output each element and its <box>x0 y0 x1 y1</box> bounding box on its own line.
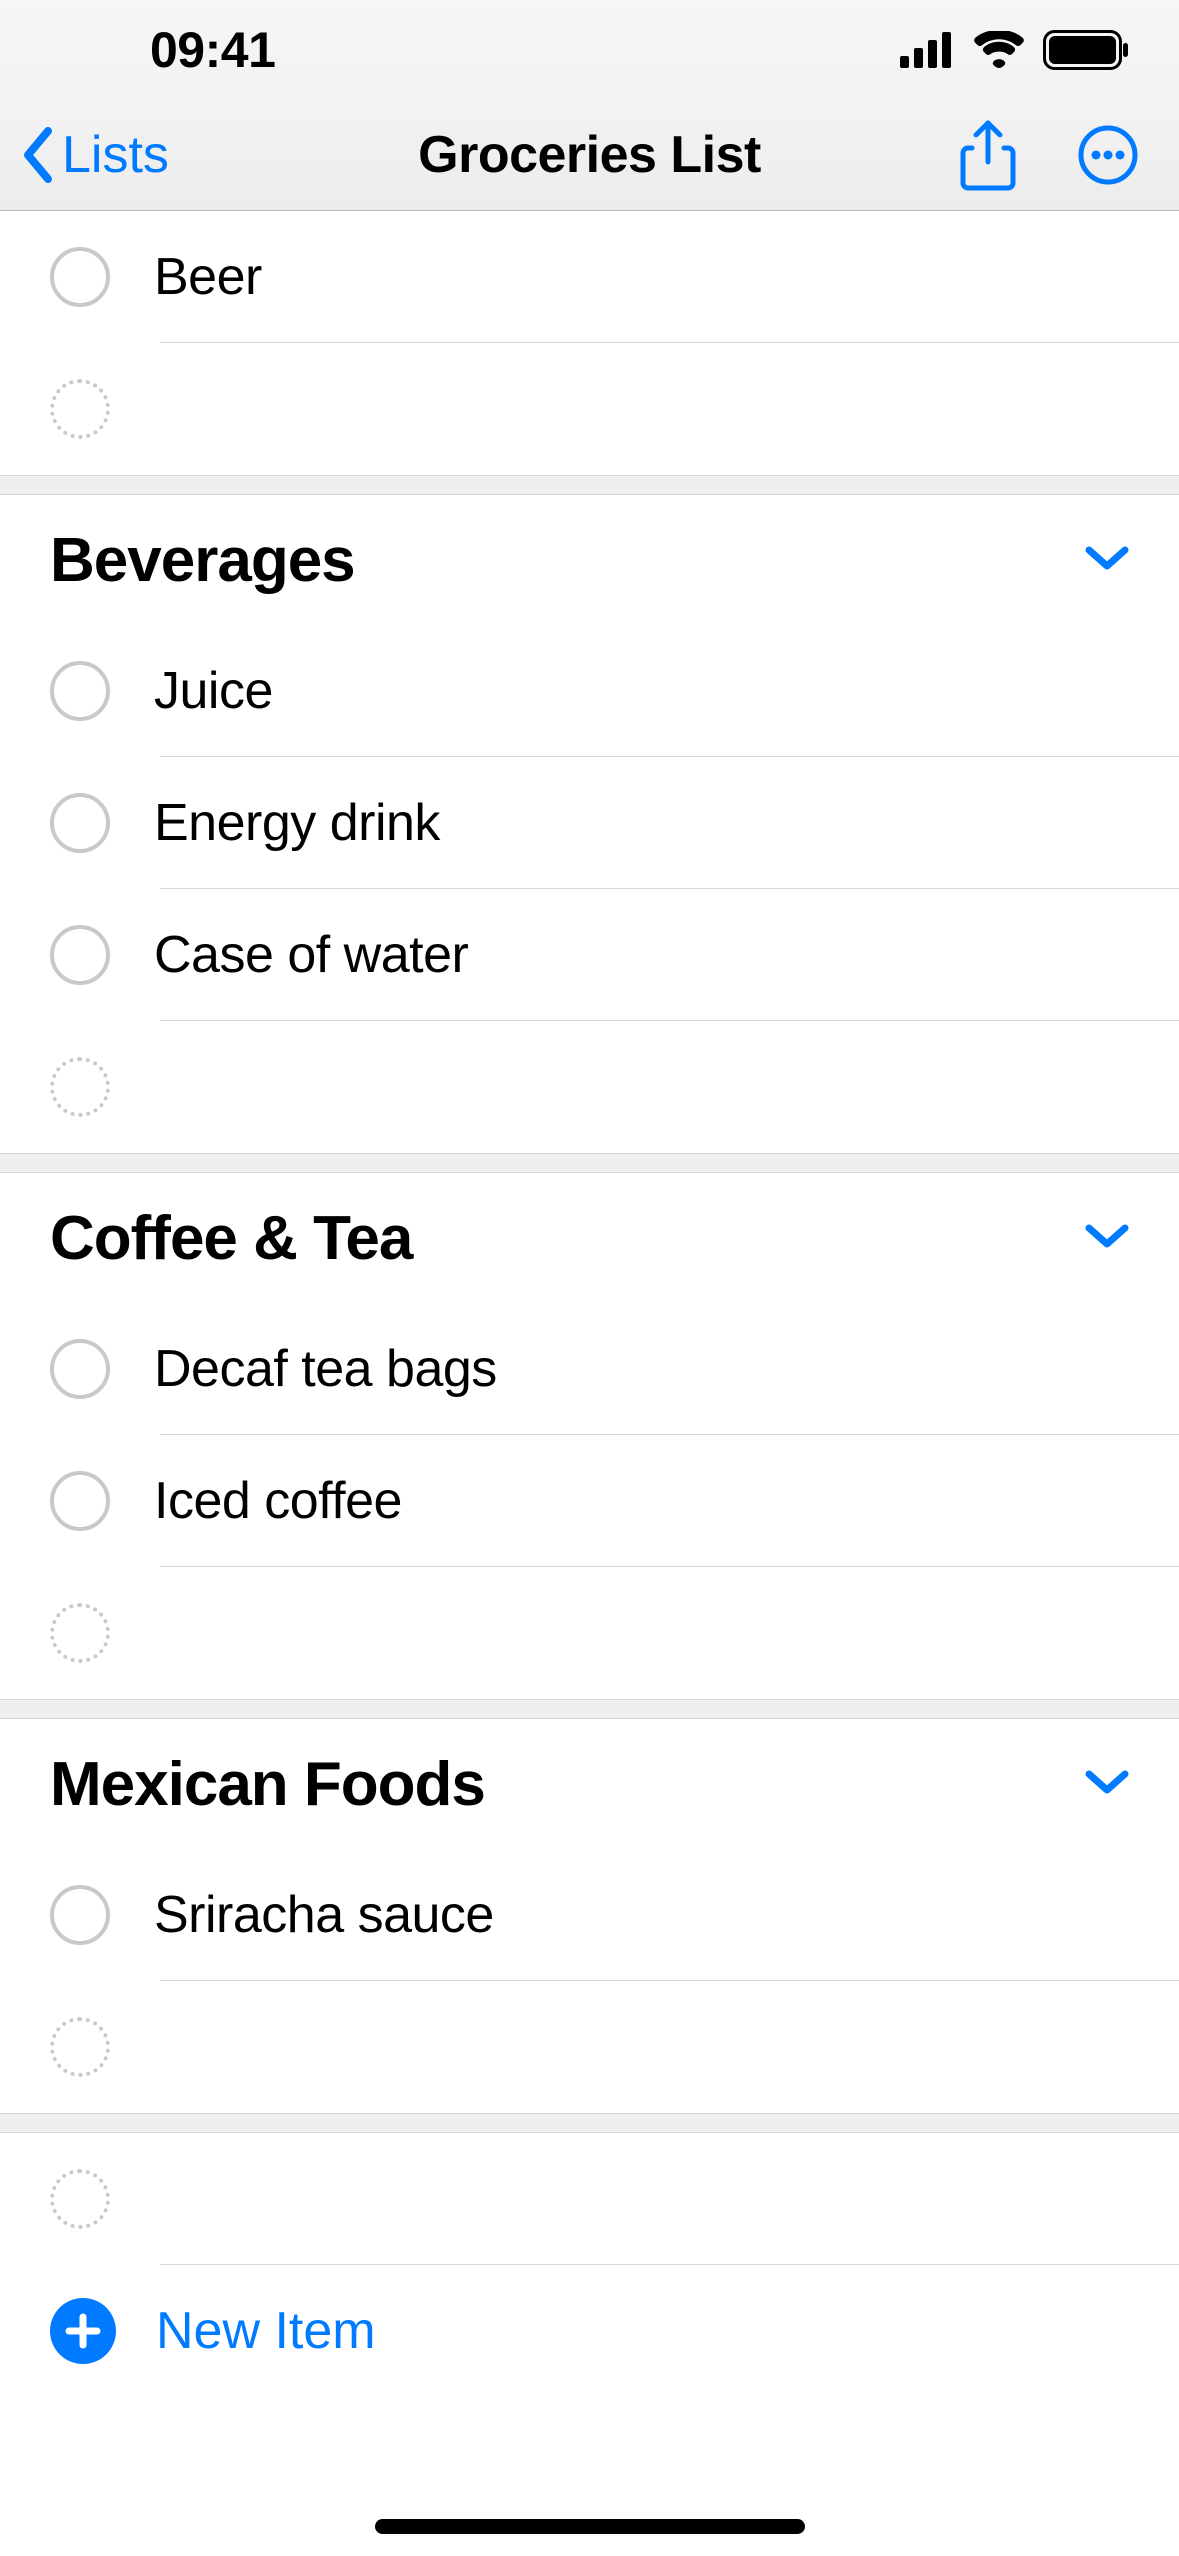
wifi-icon <box>973 31 1025 69</box>
section-title: Beverages <box>50 525 355 596</box>
status-icons <box>900 30 1129 70</box>
new-item-placeholder[interactable] <box>0 343 1179 475</box>
dotted-circle-icon <box>50 2169 110 2229</box>
new-item-placeholder[interactable] <box>0 1981 1179 2113</box>
back-button[interactable]: Lists <box>0 125 169 185</box>
section-separator <box>0 1153 1179 1173</box>
section-header[interactable]: Beverages <box>0 495 1179 625</box>
dotted-circle-icon <box>50 1057 110 1117</box>
page-title: Groceries List <box>418 125 761 185</box>
radio-unchecked-icon[interactable] <box>50 1471 110 1531</box>
dotted-circle-icon <box>50 379 110 439</box>
dotted-circle-icon <box>50 2017 110 2077</box>
section-title: Mexican Foods <box>50 1749 485 1820</box>
cellular-icon <box>900 32 955 68</box>
item-label: Decaf tea bags <box>154 1339 497 1399</box>
chevron-down-icon <box>1085 544 1129 572</box>
ellipsis-circle-icon <box>1077 124 1139 186</box>
collapse-toggle[interactable] <box>1085 1222 1129 1255</box>
list-item[interactable]: Juice <box>0 625 1179 757</box>
section-separator <box>0 2113 1179 2133</box>
more-button[interactable] <box>1077 124 1139 186</box>
item-label: Case of water <box>154 925 468 985</box>
section-header[interactable]: Mexican Foods <box>0 1719 1179 1849</box>
radio-unchecked-icon[interactable] <box>50 925 110 985</box>
radio-unchecked-icon[interactable] <box>50 793 110 853</box>
list-item[interactable]: Energy drink <box>0 757 1179 889</box>
list-item[interactable]: Sriracha sauce <box>0 1849 1179 1981</box>
item-label: Energy drink <box>154 793 440 853</box>
list-item[interactable]: Iced coffee <box>0 1435 1179 1567</box>
radio-unchecked-icon[interactable] <box>50 661 110 721</box>
radio-unchecked-icon[interactable] <box>50 1885 110 1945</box>
list-content: Beer Beverages Juice Energy drink <box>0 211 1179 2397</box>
item-label: Beer <box>154 247 262 307</box>
new-item-label: New Item <box>156 2301 376 2361</box>
battery-icon <box>1043 30 1129 70</box>
top-chrome: 09:41 <box>0 0 1179 211</box>
section-separator <box>0 1699 1179 1719</box>
new-item-placeholder[interactable] <box>0 2133 1179 2265</box>
item-label: Juice <box>154 661 273 721</box>
new-item-placeholder[interactable] <box>0 1021 1179 1153</box>
home-indicator <box>375 2519 805 2534</box>
chevron-left-icon <box>20 127 54 183</box>
section-separator <box>0 475 1179 495</box>
share-button[interactable] <box>959 118 1017 192</box>
back-label: Lists <box>62 125 169 185</box>
radio-unchecked-icon[interactable] <box>50 1339 110 1399</box>
chevron-down-icon <box>1085 1768 1129 1796</box>
plus-circle-icon <box>50 2298 116 2364</box>
status-bar: 09:41 <box>0 0 1179 100</box>
list-item[interactable]: Case of water <box>0 889 1179 1021</box>
radio-unchecked-icon[interactable] <box>50 247 110 307</box>
item-label: Iced coffee <box>154 1471 402 1531</box>
section-title: Coffee & Tea <box>50 1203 412 1274</box>
dotted-circle-icon <box>50 1603 110 1663</box>
list-item[interactable]: Decaf tea bags <box>0 1303 1179 1435</box>
share-icon <box>959 118 1017 192</box>
collapse-toggle[interactable] <box>1085 1768 1129 1801</box>
item-label: Sriracha sauce <box>154 1885 494 1945</box>
chevron-down-icon <box>1085 1222 1129 1250</box>
status-time: 09:41 <box>0 21 275 79</box>
new-item-placeholder[interactable] <box>0 1567 1179 1699</box>
collapse-toggle[interactable] <box>1085 544 1129 577</box>
section-header[interactable]: Coffee & Tea <box>0 1173 1179 1303</box>
new-item-button[interactable]: New Item <box>0 2265 1179 2397</box>
list-item[interactable]: Beer <box>0 211 1179 343</box>
nav-bar: Lists Groceries List <box>0 100 1179 210</box>
